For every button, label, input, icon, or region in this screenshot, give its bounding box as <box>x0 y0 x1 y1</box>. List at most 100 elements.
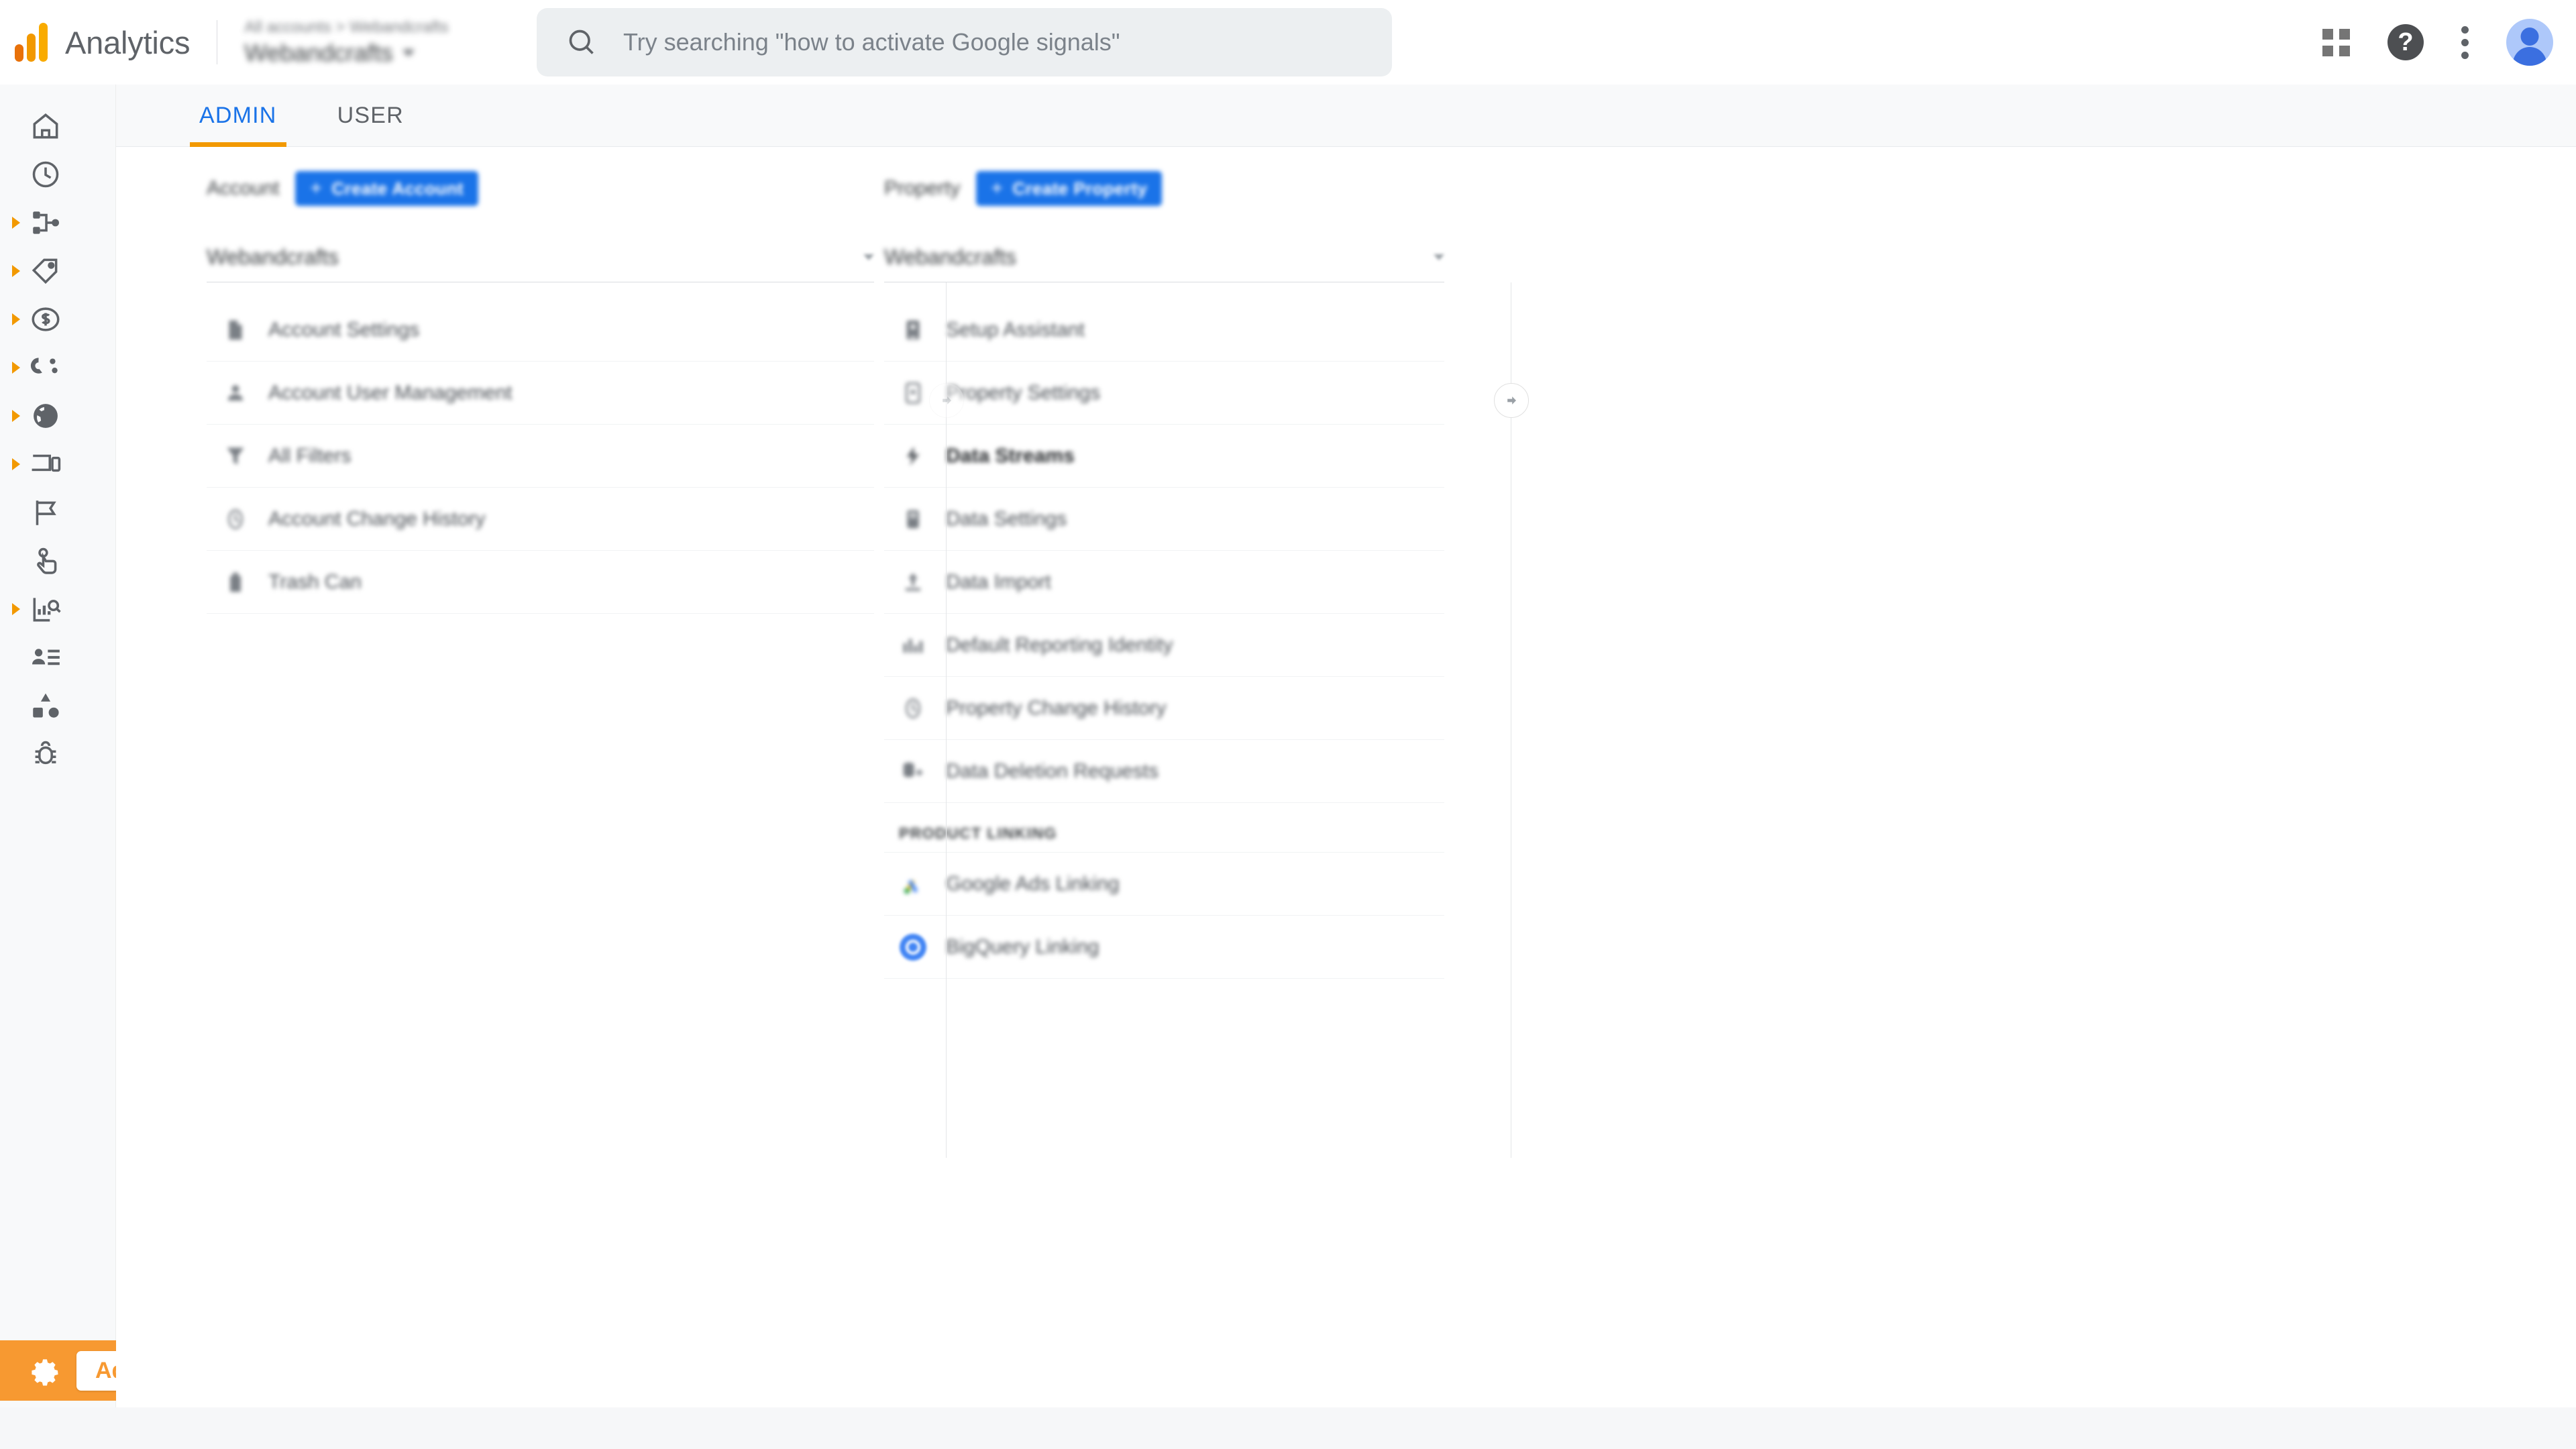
sidebar-item-library[interactable] <box>0 679 116 733</box>
reporting-identity-icon <box>899 631 927 659</box>
menu-item-label: BigQuery Linking <box>946 935 1099 958</box>
expand-arrow-icon[interactable] <box>12 410 20 422</box>
share-nodes-icon <box>27 204 64 241</box>
menu-item-label: Data Streams <box>946 444 1075 467</box>
menu-item-trash-can[interactable]: Trash Can <box>207 551 874 614</box>
sidebar-item-realtime[interactable] <box>0 148 116 201</box>
account-selector-value: Webandcrafts <box>207 245 339 269</box>
analytics-logo-icon[interactable] <box>15 23 48 62</box>
menu-item-property-settings[interactable]: Property Settings <box>884 362 1444 425</box>
menu-item-label: Account Change History <box>268 507 486 530</box>
tab-admin[interactable]: ADMIN <box>190 85 286 147</box>
expand-views-button[interactable] <box>1493 383 1529 418</box>
sidebar-item-explore[interactable] <box>0 582 116 636</box>
create-account-button[interactable]: + Create Account <box>295 171 479 206</box>
menu-item-default-reporting-identity[interactable]: Default Reporting Identity <box>884 614 1444 677</box>
data-streams-icon <box>899 442 927 470</box>
breadcrumb-current[interactable]: Webandcrafts <box>244 39 448 67</box>
sidebar-item-acquisition[interactable] <box>0 244 116 298</box>
setup-assistant-icon <box>899 316 927 344</box>
dollar-circle-icon <box>27 301 64 338</box>
plus-icon: + <box>310 177 323 199</box>
account-column-header: Account + Create Account <box>207 147 874 207</box>
create-account-label: Create Account <box>331 178 464 199</box>
product-linking-section-header: PRODUCT LINKING <box>884 803 1444 853</box>
menu-item-property-change-history[interactable]: Property Change History <box>884 677 1444 740</box>
menu-item-label: Setup Assistant <box>946 318 1085 341</box>
arrow-right-circle-icon <box>1507 396 1516 405</box>
sidebar-item-home[interactable] <box>0 99 116 153</box>
expand-arrow-icon[interactable] <box>12 458 20 470</box>
left-nav-rail: Admin <box>0 85 221 1449</box>
expand-arrow-icon[interactable] <box>12 265 20 277</box>
plus-icon: + <box>991 177 1004 199</box>
menu-item-account-user-management[interactable]: Account User Management <box>207 362 874 425</box>
menu-item-label: Property Change History <box>946 696 1167 719</box>
menu-item-label: All Filters <box>268 444 352 467</box>
collapse-account-button[interactable] <box>928 383 964 418</box>
menu-item-data-streams[interactable]: Data Streams <box>884 425 1444 488</box>
page-bottom-strip <box>0 1407 2576 1449</box>
more-vert-icon[interactable] <box>2461 25 2469 59</box>
menu-item-label: Data Settings <box>946 507 1067 530</box>
account-selector[interactable]: Webandcrafts <box>207 233 874 282</box>
clock-icon <box>27 156 64 193</box>
sidebar-item-debug-view[interactable] <box>0 727 116 781</box>
brand-title: Analytics <box>65 24 191 60</box>
menu-item-label: Data Import <box>946 570 1051 593</box>
sidebar-item-demographics[interactable] <box>0 389 116 443</box>
expand-arrow-icon[interactable] <box>12 217 20 229</box>
menu-item-account-change-history[interactable]: Account Change History <box>207 488 874 551</box>
menu-item-data-settings[interactable]: Data Settings <box>884 488 1444 551</box>
sidebar-item-monetization[interactable] <box>0 292 116 346</box>
document-settings-icon <box>221 316 250 344</box>
expand-arrow-icon[interactable] <box>12 313 20 325</box>
create-property-button[interactable]: + Create Property <box>976 171 1163 206</box>
menu-item-account-settings[interactable]: Account Settings <box>207 299 874 362</box>
user-avatar-icon[interactable] <box>2506 19 2553 66</box>
account-property-divider <box>928 282 964 1158</box>
data-settings-icon <box>899 505 927 533</box>
sidebar-item-conversions[interactable] <box>0 534 116 588</box>
flag-icon <box>27 494 64 531</box>
menu-item-data-import[interactable]: Data Import <box>884 551 1444 614</box>
menu-item-all-filters[interactable]: All Filters <box>207 425 874 488</box>
menu-item-label: Data Deletion Requests <box>946 759 1159 782</box>
history-clock-icon <box>221 505 250 533</box>
apps-grid-icon[interactable] <box>2322 28 2350 56</box>
account-label: Account <box>207 177 280 199</box>
search-input[interactable] <box>623 28 1328 56</box>
filter-icon <box>221 442 250 470</box>
menu-item-label: Trash Can <box>268 570 362 593</box>
menu-item-google-ads-linking[interactable]: Google Ads Linking <box>884 853 1444 916</box>
menu-item-setup-assistant[interactable]: Setup Assistant <box>884 299 1444 362</box>
breadcrumb[interactable]: All accounts > Webandcrafts Webandcrafts <box>244 18 448 67</box>
devices-icon <box>27 445 64 483</box>
help-question-icon[interactable]: ? <box>2387 24 2424 60</box>
sidebar-item-retention[interactable] <box>0 341 116 394</box>
sidebar-item-audiences[interactable] <box>0 631 116 684</box>
touch-icon <box>27 542 64 580</box>
sidebar-item-life-cycle[interactable] <box>0 196 116 250</box>
create-property-label: Create Property <box>1012 178 1148 199</box>
sidebar-item-tech[interactable] <box>0 437 116 491</box>
history-clock-icon <box>899 694 927 722</box>
account-menu: Account Settings Account User Management… <box>207 299 874 614</box>
data-import-icon <box>899 568 927 596</box>
globe-icon <box>27 397 64 435</box>
sidebar-item-events[interactable] <box>0 486 116 539</box>
shapes-icon <box>27 687 64 724</box>
expand-arrow-icon[interactable] <box>12 362 20 374</box>
tab-user[interactable]: USER <box>328 85 413 147</box>
menu-item-bigquery-linking[interactable]: BigQuery Linking <box>884 916 1444 979</box>
property-selector-value: Webandcrafts <box>884 245 1016 269</box>
person-list-icon <box>27 639 64 676</box>
tab-bar: ADMIN USER <box>116 85 2576 147</box>
expand-arrow-icon[interactable] <box>12 603 20 615</box>
menu-item-data-deletion-requests[interactable]: Data Deletion Requests <box>884 740 1444 803</box>
property-settings-icon <box>899 379 927 407</box>
people-icon <box>221 379 250 407</box>
search-bar[interactable] <box>537 8 1392 76</box>
menu-item-label: Account Settings <box>268 318 420 341</box>
property-selector[interactable]: Webandcrafts <box>884 233 1444 282</box>
